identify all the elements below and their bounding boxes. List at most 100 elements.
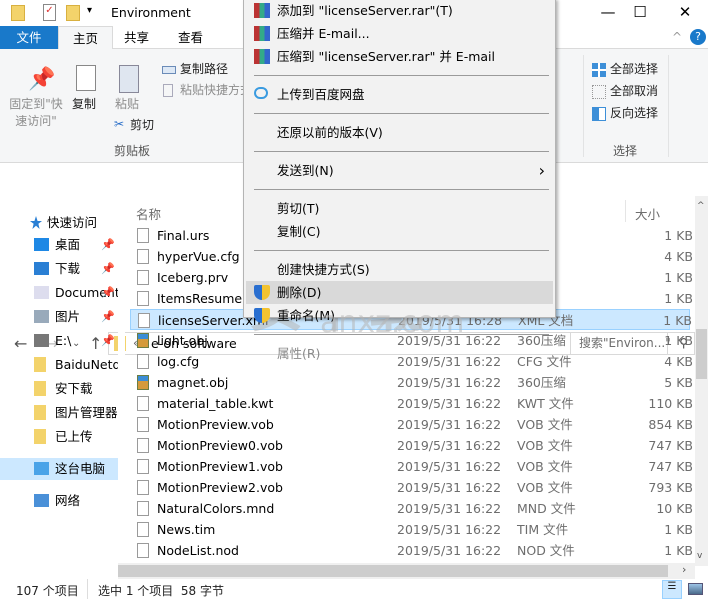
pin-icon[interactable]: 📌: [101, 258, 115, 280]
menu-item-4[interactable]: 上传到百度网盘: [246, 83, 553, 106]
file-row[interactable]: NaturalColors.mnd 2019/5/31 16:22 MND 文件 10…: [130, 498, 693, 519]
menu-item-6[interactable]: 还原以前的版本(V): [246, 121, 553, 144]
nav-item-0[interactable]: 快速访问: [0, 212, 118, 234]
horizontal-scrollbar[interactable]: ›: [118, 563, 695, 579]
file-row[interactable]: MotionPreview.vob 2019/5/31 16:22 VOB 文件 85…: [130, 414, 693, 435]
tab-share[interactable]: 共享: [110, 26, 163, 49]
scroll-right-icon[interactable]: ›: [682, 563, 686, 576]
menu-item-label: 压缩到 "licenseServer.rar" 并 E-mail: [277, 49, 495, 64]
file-row[interactable]: MotionPreview2.vob 2019/5/31 16:22 VOB 文件 7…: [130, 477, 693, 498]
file-row[interactable]: NodeList.nod 2019/5/31 16:22 NOD 文件 1 KB: [130, 540, 693, 561]
file-row[interactable]: MotionPreview0.vob 2019/5/31 16:22 VOB 文件 7…: [130, 435, 693, 456]
pin-icon[interactable]: 📌: [101, 234, 115, 256]
winrar-icon: [254, 3, 270, 18]
cut-button[interactable]: 剪切: [130, 117, 154, 134]
nav-item-7[interactable]: 安下载: [0, 378, 118, 400]
menu-item-2[interactable]: 压缩到 "licenseServer.rar" 并 E-mail: [246, 45, 553, 68]
file-date: 2019/5/31 16:22: [397, 522, 502, 537]
file-size: 1 KB: [664, 228, 693, 243]
nav-item-10[interactable]: 这台电脑: [0, 458, 118, 480]
menu-item-15[interactable]: 重命名(M): [246, 304, 553, 327]
menu-item-14[interactable]: 删除(D): [246, 281, 553, 304]
close-button[interactable]: ✕: [665, 2, 705, 24]
selection-info: 选中 1 个项目 58 字节: [98, 584, 224, 598]
nav-item-label: E:\: [55, 333, 72, 348]
maximize-button[interactable]: ☐: [620, 2, 660, 24]
pin-icon: 📌: [28, 67, 56, 92]
vertical-scrollbar[interactable]: ^ v: [695, 196, 708, 566]
scroll-up-icon[interactable]: ^: [697, 201, 705, 211]
menu-item-0[interactable]: 添加到 "licenseServer.rar"(T): [246, 0, 553, 22]
nav-item-6[interactable]: BaiduNetdisk: [0, 354, 118, 376]
column-header-size[interactable]: 大小: [635, 204, 660, 223]
tab-file[interactable]: 文件: [0, 26, 58, 49]
copy-button[interactable]: 复制: [72, 96, 96, 113]
file-row[interactable]: MotionPreview1.vob 2019/5/31 16:22 VOB 文件 7…: [130, 456, 693, 477]
menu-item-13[interactable]: 创建快捷方式(S): [246, 258, 553, 281]
file-row[interactable]: News.tim 2019/5/31 16:22 TIM 文件 1 KB: [130, 519, 693, 540]
file-size: 1 KB: [664, 291, 693, 306]
invert-selection-button[interactable]: 反向选择: [610, 105, 658, 122]
nav-item-2[interactable]: 下载 📌: [0, 258, 118, 280]
paste-shortcut-button[interactable]: 粘贴快捷方式: [180, 82, 252, 99]
new-folder-icon[interactable]: [66, 5, 80, 21]
navigation-pane: 快速访问桌面📌下载📌Documents📌图片📌E:\📌BaiduNetdisk安…: [0, 196, 118, 576]
pin-icon[interactable]: 📌: [101, 306, 115, 328]
file-name: Iceberg.prv: [157, 270, 229, 285]
file-type: VOB 文件: [517, 438, 573, 453]
file-name: MotionPreview.vob: [157, 417, 274, 432]
menu-separator: [254, 334, 549, 335]
file-icon: [137, 501, 149, 516]
nav-item-11[interactable]: 网络: [0, 490, 118, 512]
tab-view[interactable]: 查看: [164, 26, 217, 49]
help-icon[interactable]: ?: [690, 29, 706, 45]
window-title: Environment: [111, 5, 191, 20]
scrollbar-thumb[interactable]: [118, 565, 668, 577]
file-type: NOD 文件: [517, 543, 575, 558]
pin-icon[interactable]: 📌: [101, 330, 115, 352]
pin-icon[interactable]: 📌: [101, 282, 115, 304]
nav-item-5[interactable]: E:\ 📌: [0, 330, 118, 352]
menu-item-label: 发送到(N): [277, 163, 334, 178]
file-name: MotionPreview0.vob: [157, 438, 283, 453]
collapse-ribbon-icon[interactable]: ^: [672, 30, 682, 44]
file-name: NodeList.nod: [157, 543, 239, 558]
nav-item-8[interactable]: 图片管理器: [0, 402, 118, 424]
nav-item-1[interactable]: 桌面 📌: [0, 234, 118, 256]
file-size: 1 KB: [664, 543, 693, 558]
paste-button[interactable]: 粘贴: [115, 96, 139, 113]
customize-toolbar-icon[interactable]: ▾: [87, 5, 92, 16]
file-icon: [137, 354, 149, 369]
menu-item-17[interactable]: 属性(R): [246, 342, 553, 365]
menu-item-label: 添加到 "licenseServer.rar"(T): [277, 3, 453, 18]
details-view-icon[interactable]: ☰: [662, 580, 682, 599]
copy-path-button[interactable]: 复制路径: [180, 61, 228, 78]
file-row[interactable]: magnet.obj 2019/5/31 16:22 360压缩 5 KB: [130, 372, 693, 393]
archive-file-icon: [137, 375, 149, 390]
column-header-name[interactable]: 名称: [136, 204, 161, 223]
pin-quick-access-button[interactable]: 固定到"快 速访问": [6, 96, 66, 130]
menu-item-8[interactable]: 发送到(N) ›: [246, 159, 553, 182]
item-count: 107 个项目: [16, 584, 79, 598]
properties-icon[interactable]: ✓: [43, 4, 56, 21]
scrollbar-thumb[interactable]: [696, 329, 707, 379]
group-divider: [583, 55, 584, 157]
file-icon: [137, 438, 149, 453]
menu-item-11[interactable]: 复制(C): [246, 220, 553, 243]
nav-item-4[interactable]: 图片 📌: [0, 306, 118, 328]
select-all-button[interactable]: 全部选择: [610, 61, 658, 78]
column-divider: [625, 200, 626, 222]
paste-shortcut-icon: [163, 84, 173, 97]
nav-item-3[interactable]: Documents📌: [0, 282, 118, 304]
file-date: 2019/5/31 16:22: [397, 396, 502, 411]
menu-separator: [254, 151, 549, 152]
menu-item-10[interactable]: 剪切(T): [246, 197, 553, 220]
menu-item-1[interactable]: 压缩并 E-mail...: [246, 22, 553, 45]
large-icons-view-icon[interactable]: [688, 583, 703, 595]
nav-item-label: 下载: [55, 261, 81, 276]
file-row[interactable]: material_table.kwt 2019/5/31 16:22 KWT 文件 1…: [130, 393, 693, 414]
scroll-down-icon[interactable]: v: [697, 551, 702, 561]
nav-item-9[interactable]: 已上传: [0, 426, 118, 448]
tab-home[interactable]: 主页: [58, 26, 114, 50]
select-none-button[interactable]: 全部取消: [610, 83, 658, 100]
